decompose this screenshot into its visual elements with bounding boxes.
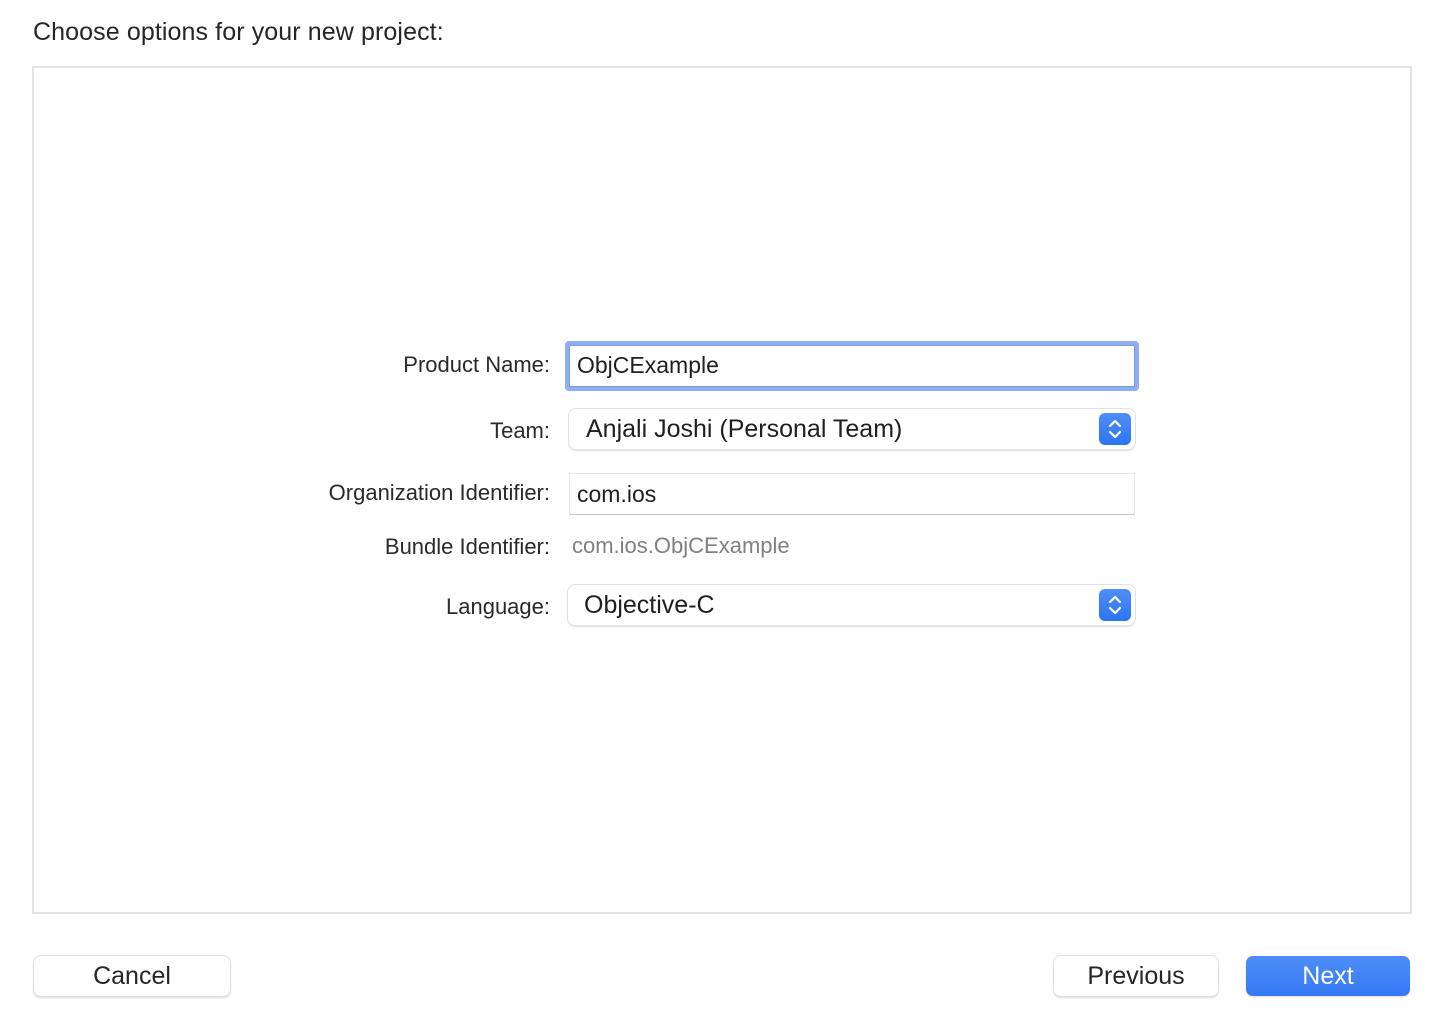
page-heading: Choose options for your new project: [33, 18, 444, 46]
up-down-chevron-icon [1099, 589, 1131, 621]
team-popup[interactable]: Anjali Joshi (Personal Team) [569, 409, 1135, 449]
language-popup[interactable]: Objective-C [568, 585, 1135, 625]
language-selected-value: Objective-C [584, 591, 715, 619]
language-label: Language: [446, 594, 550, 619]
product-name-label: Product Name: [403, 352, 550, 377]
previous-button[interactable]: Previous [1054, 956, 1218, 996]
bundle-identifier-value: com.ios.ObjCExample [572, 533, 790, 558]
cancel-button[interactable]: Cancel [34, 956, 230, 996]
organization-identifier-field[interactable]: com.ios [569, 473, 1135, 515]
product-name-field[interactable]: ObjCExample [565, 341, 1139, 391]
up-down-chevron-icon [1099, 413, 1131, 445]
next-button[interactable]: Next [1246, 956, 1410, 996]
organization-identifier-label: Organization Identifier: [328, 480, 550, 505]
bundle-identifier-label: Bundle Identifier: [384, 534, 550, 559]
team-selected-value: Anjali Joshi (Personal Team) [586, 415, 903, 443]
team-label: Team: [490, 418, 550, 443]
